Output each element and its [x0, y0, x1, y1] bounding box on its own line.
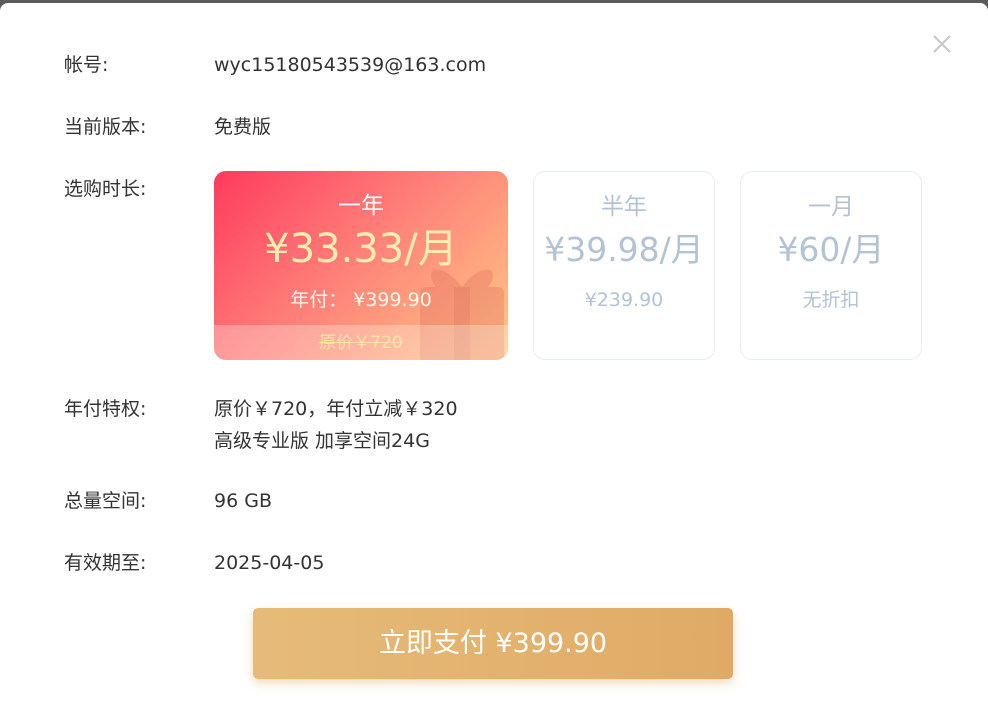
plan-name: 一月 [808, 194, 854, 220]
total-space-value: 96 GB [214, 490, 272, 512]
plan-name: 半年 [601, 194, 647, 220]
plan-original-price: 原价￥720 [319, 333, 403, 353]
plan-card-one-year[interactable]: 一年 ¥33.33/月 年付： ¥399.90 原价￥720 [214, 171, 508, 360]
plan-annual-payment: 年付： ¥399.90 [290, 289, 432, 311]
privileges-line-1: 原价￥720，年付立减￥320 [214, 398, 458, 420]
plan-card-half-year[interactable]: 半年 ¥39.98/月 ¥239.90 [533, 171, 715, 360]
account-label: 帐号: [64, 54, 109, 76]
duration-label: 选购时长: [64, 178, 147, 200]
plan-name: 一年 [338, 193, 384, 219]
account-value: wyc15180543539@163.com [214, 54, 487, 76]
total-space-label: 总量空间: [64, 490, 147, 512]
close-icon [933, 35, 951, 53]
valid-until-label: 有效期至: [64, 552, 147, 574]
privileges-line-2: 高级专业版 加享空间24G [214, 430, 430, 452]
plan-total-price: ¥239.90 [584, 289, 664, 311]
current-version-label: 当前版本: [64, 116, 147, 138]
close-button[interactable] [929, 31, 955, 57]
pay-now-button[interactable]: 立即支付 ¥399.90 [253, 608, 733, 679]
plan-price: ¥39.98/月 [544, 230, 704, 269]
privileges-label: 年付特权: [64, 398, 147, 420]
plan-card-one-month[interactable]: 一月 ¥60/月 无折扣 [740, 171, 922, 360]
plan-discount-note: 无折扣 [802, 289, 860, 311]
purchase-dialog: 帐号: wyc15180543539@163.com 当前版本: 免费版 选购时… [0, 3, 988, 715]
valid-until-value: 2025-04-05 [214, 552, 325, 574]
plan-price: ¥33.33/月 [264, 226, 458, 272]
plan-price: ¥60/月 [777, 230, 885, 269]
current-version-value: 免费版 [214, 116, 272, 138]
